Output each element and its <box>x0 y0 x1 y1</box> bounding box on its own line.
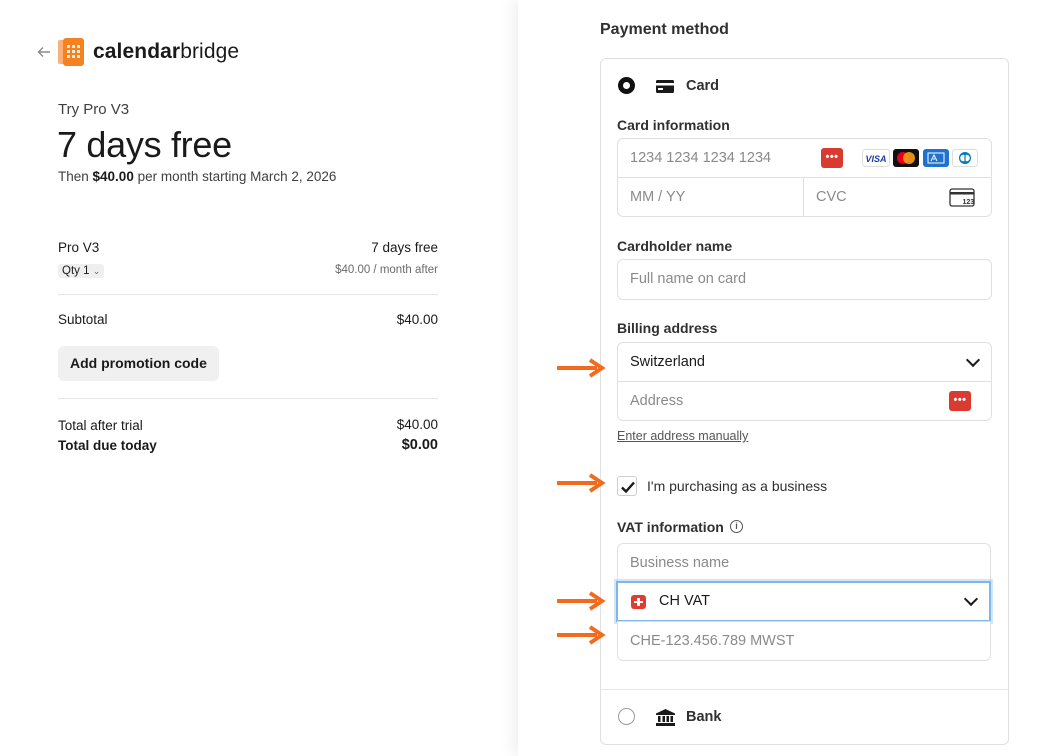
billing-address-label: Billing address <box>617 320 718 336</box>
cvc-card-icon: 123 <box>949 188 975 207</box>
bank-radio[interactable] <box>618 708 635 725</box>
trial-plan-label: Try Pro V3 <box>58 101 130 118</box>
diners-club-icon <box>952 149 978 167</box>
password-manager-icon[interactable]: ••• <box>949 391 971 411</box>
calendarbridge-logo-icon <box>58 38 84 66</box>
address-input[interactable]: Address ••• <box>617 381 992 421</box>
expiry-input[interactable]: MM / YY <box>617 177 804 217</box>
add-promotion-code-button[interactable]: Add promotion code <box>58 346 219 381</box>
order-summary-panel: calendarbridge Try Pro V3 7 days free Th… <box>0 0 518 756</box>
vat-number-input[interactable]: CHE-123.456.789 MWST <box>617 621 991 661</box>
business-checkbox-label[interactable]: I'm purchasing as a business <box>647 478 827 494</box>
password-manager-icon[interactable]: ••• <box>821 148 843 168</box>
divider <box>58 398 438 399</box>
line-item: Pro V3 7 days free <box>58 240 438 255</box>
subtotal-label: Subtotal <box>58 312 108 327</box>
mastercard-icon <box>893 149 919 167</box>
vat-type-select[interactable]: CH VAT <box>616 581 991 622</box>
subtotal-row: Subtotal $40.00 <box>58 312 438 327</box>
total-due-today-label: Total due today <box>58 438 157 453</box>
line-item-price: 7 days free <box>371 240 438 255</box>
trial-headline: 7 days free <box>57 124 232 165</box>
cardholder-name-label: Cardholder name <box>617 238 733 254</box>
card-radio[interactable] <box>618 77 635 94</box>
quantity-selector[interactable]: Qty 1 ⌄ <box>58 264 105 278</box>
back-arrow-icon[interactable] <box>36 44 52 60</box>
svg-text:123: 123 <box>963 199 975 206</box>
country-select[interactable]: Switzerland <box>617 342 992 382</box>
divider <box>601 689 1008 690</box>
annotation-arrow-icon <box>557 591 606 611</box>
total-after-trial-row: Total after trial $40.00 <box>58 417 438 433</box>
annotation-arrow-icon <box>557 625 606 645</box>
bank-option-label[interactable]: Bank <box>686 709 721 725</box>
subtotal-value: $40.00 <box>396 312 438 327</box>
annotation-arrow-icon <box>557 358 606 378</box>
amex-icon <box>923 149 949 167</box>
total-due-today-value: $0.00 <box>401 437 438 453</box>
chevron-down-icon <box>963 591 979 607</box>
business-name-input[interactable]: Business name <box>617 543 991 583</box>
line-item-details: Qty 1 ⌄ $40.00 / month after <box>58 262 438 278</box>
cvc-input[interactable]: CVC 123 <box>803 177 992 217</box>
cardholder-name-input[interactable]: Full name on card <box>617 259 992 300</box>
total-after-trial-label: Total after trial <box>58 418 143 433</box>
swiss-flag-icon <box>631 595 646 609</box>
info-icon[interactable]: i <box>730 520 743 533</box>
visa-icon: VISA <box>862 149 890 167</box>
trial-terms: Then $40.00 per month starting March 2, … <box>58 169 337 184</box>
chevron-down-icon <box>965 352 981 368</box>
vat-information-label: VAT information <box>617 519 724 535</box>
vat-type-value: CH VAT <box>659 593 711 609</box>
total-due-today-row: Total due today $0.00 <box>58 437 438 453</box>
payment-method-title: Payment method <box>600 21 729 38</box>
business-checkbox[interactable] <box>617 476 637 496</box>
enter-address-manually-link[interactable]: Enter address manually <box>617 429 748 443</box>
bank-icon <box>656 709 675 726</box>
brand-name: calendarbridge <box>93 40 240 63</box>
card-number-input[interactable]: 1234 1234 1234 1234 ••• VISA <box>617 138 992 178</box>
line-item-price-after: $40.00 / month after <box>335 264 438 276</box>
card-option-label[interactable]: Card <box>686 78 719 94</box>
total-after-trial-value: $40.00 <box>396 417 438 432</box>
divider <box>58 294 438 295</box>
card-information-label: Card information <box>617 117 730 133</box>
credit-card-icon <box>656 80 674 93</box>
annotation-arrow-icon <box>557 473 606 493</box>
